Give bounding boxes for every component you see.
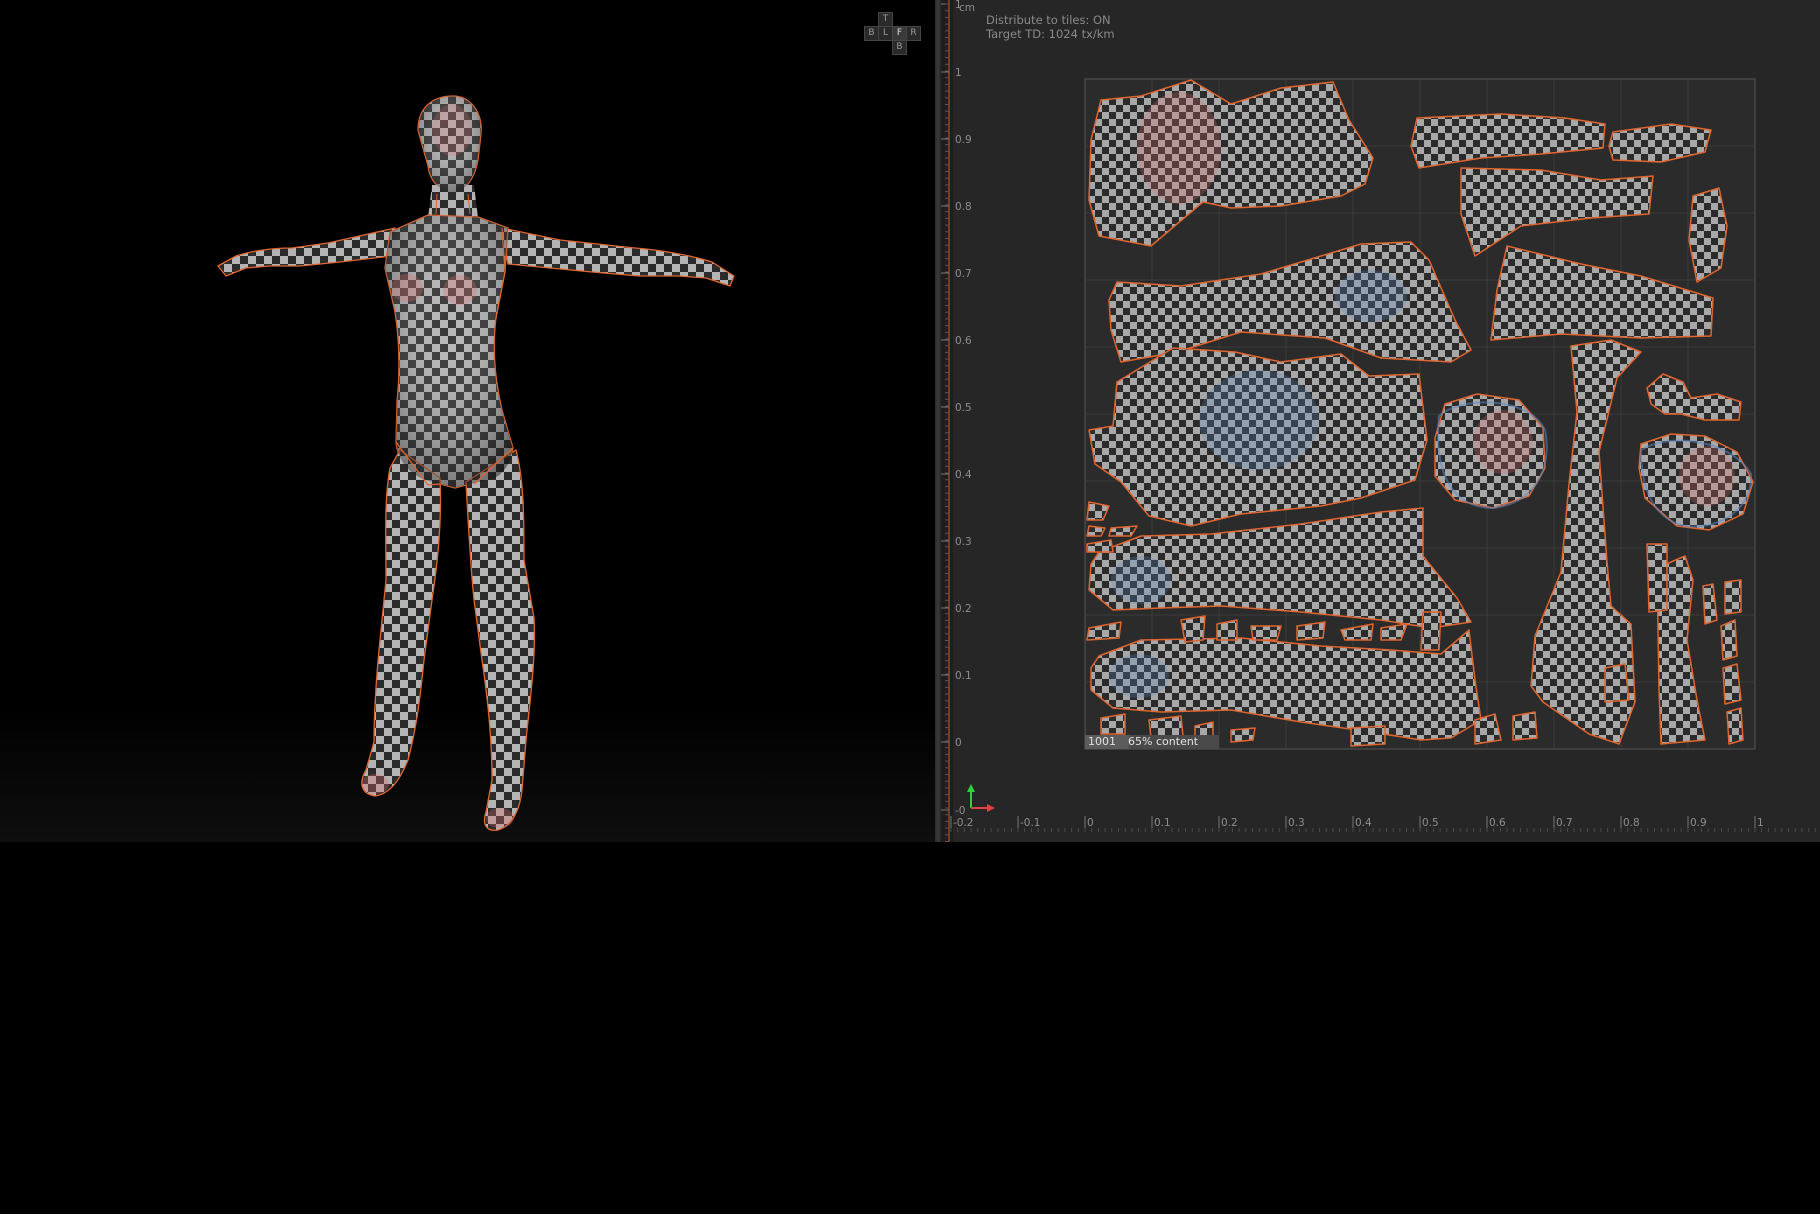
vertical-ruler-strip (941, 0, 953, 842)
vertical-ruler-label: 0.3 (955, 536, 972, 548)
vertical-ruler-label: 0.2 (955, 603, 972, 615)
horizontal-ruler-label: 0.7 (1556, 817, 1573, 829)
mannequin-model[interactable] (217, 95, 735, 831)
horizontal-ruler-label: 0 (1087, 817, 1094, 829)
horizontal-ruler-label: -0.2 (953, 817, 974, 829)
horizontal-ruler-label: -0.1 (1020, 817, 1041, 829)
tile-id-text: 1001 (1088, 735, 1116, 748)
uv-shell-small-22[interactable] (1720, 619, 1738, 661)
vertical-ruler-label: 0.4 (955, 469, 972, 481)
horizontal-ruler-ticks (950, 816, 1816, 832)
mannequin-legs (361, 449, 536, 831)
horizontal-ruler-label: 0.9 (1690, 817, 1707, 829)
view-cube-bottom[interactable]: B (892, 40, 907, 55)
view-cube-front[interactable]: F (892, 26, 907, 41)
uv-shell-small-06[interactable] (1180, 615, 1206, 643)
uv-shell-small-09[interactable] (1296, 621, 1326, 641)
uv-shell-hand-b[interactable] (1688, 187, 1728, 283)
uv-shell-small-07[interactable] (1216, 619, 1238, 641)
horizontal-ruler-label: 0.4 (1355, 817, 1372, 829)
distribute-tiles-status: Distribute to tiles: ON (986, 13, 1111, 27)
uv-editor-panel[interactable]: 1 1 0.9 0.8 0.7 0.6 0.5 0.4 0.3 0.2 0.1 0 -0 -0.2 -0.… (941, 0, 1820, 842)
tile-content-label: content (1156, 735, 1199, 748)
uv-shell-small-25[interactable] (1724, 579, 1742, 615)
vertical-ruler-label: 0.5 (955, 402, 972, 414)
horizontal-ruler-label: 0.2 (1221, 817, 1238, 829)
empty-area (0, 842, 1820, 1214)
uv-shell-small-12[interactable] (1420, 611, 1442, 651)
uv-shell-small-08[interactable] (1250, 625, 1282, 641)
uv-shell-small-16[interactable] (1230, 727, 1256, 743)
uv-shell-small-17[interactable] (1350, 725, 1386, 747)
horizontal-ruler-label: 0.1 (1154, 817, 1171, 829)
uv-shell-strip[interactable] (1646, 543, 1668, 613)
horizontal-ruler-label: 0.8 (1623, 817, 1640, 829)
view-cube-left[interactable]: L (878, 26, 893, 41)
uv-axis-gizmo-icon (967, 784, 995, 812)
view-cube-top[interactable]: T (878, 12, 893, 27)
vertical-ruler-label: 0 (955, 737, 962, 749)
view-cube-right[interactable]: R (906, 26, 921, 41)
view-cube[interactable]: T B L F R B (864, 12, 924, 58)
view-cube-back[interactable]: B (864, 26, 879, 41)
tile-label: 1001 65% content (1085, 735, 1219, 749)
horizontal-ruler-label: 1 (1757, 817, 1764, 829)
vertical-ruler-labels: 110.90.80.70.60.50.40.30.20.10-0 (955, 0, 972, 817)
app-window: T B L F R B 1 1 0.9 0.8 0.7 0.6 0.5 0.4 0.3 0.2 0 (0, 0, 1820, 842)
tile-content-percent: 65% (1128, 735, 1152, 748)
horizontal-ruler-label: 0.5 (1422, 817, 1439, 829)
uv-shell-small-20[interactable] (1604, 663, 1630, 703)
horizontal-ruler-label: 0.3 (1288, 817, 1305, 829)
vertical-ruler-label: 1 (955, 67, 962, 79)
vertical-ruler-label: 0.9 (955, 134, 972, 146)
vertical-ruler-label: 0.1 (955, 670, 972, 682)
horizontal-ruler-labels: -0.2 -0.1 0 0.1 0.2 0.3 0.4 0.5 0.6 0.7 0.8 0.9 1 (953, 817, 1764, 829)
vertical-ruler-label: -0 (955, 805, 965, 817)
viewport-3d[interactable]: T B L F R B (0, 0, 935, 842)
vertical-ruler-label: 0.6 (955, 335, 972, 347)
uv-shell-small-19[interactable] (1512, 711, 1538, 741)
vertical-ruler-label: 0.7 (955, 268, 972, 280)
vertical-ruler-label: 0.8 (955, 201, 972, 213)
uv-shell-small-13[interactable] (1100, 713, 1126, 735)
uv-shell-small-23[interactable] (1722, 663, 1742, 705)
target-td-status: Target TD: 1024 tx/km (986, 27, 1115, 41)
horizontal-ruler-label: 0.6 (1489, 817, 1506, 829)
uv-shell-small-02[interactable] (1086, 525, 1106, 537)
uv-shell-small-24[interactable] (1726, 707, 1744, 745)
unit-label: cm (959, 2, 976, 14)
